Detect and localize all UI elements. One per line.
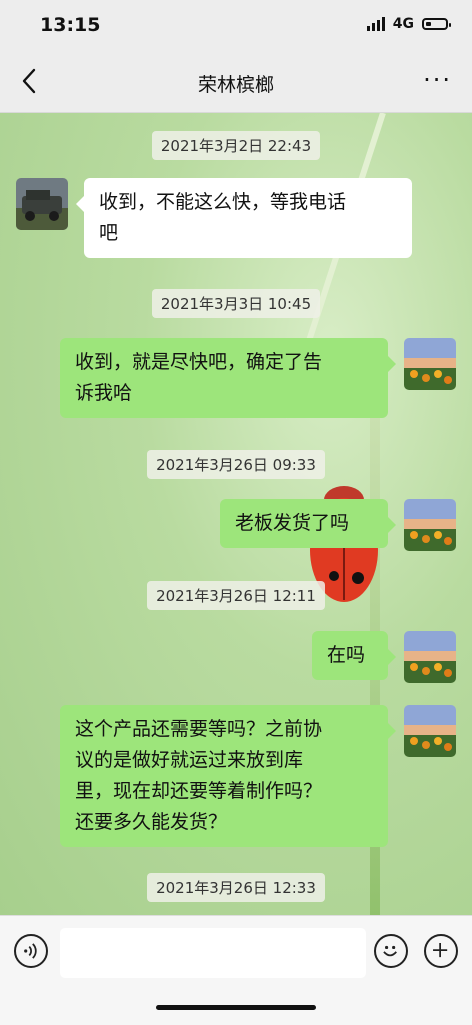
- self-avatar[interactable]: [404, 499, 456, 551]
- plus-icon[interactable]: [424, 934, 458, 968]
- voice-icon[interactable]: [14, 934, 48, 968]
- status-time: 13:15: [40, 14, 101, 36]
- message-bubble-sent[interactable]: 在吗: [312, 631, 396, 680]
- self-avatar[interactable]: [404, 338, 456, 390]
- message-bubble-sent[interactable]: 老板发货了吗: [220, 499, 396, 548]
- self-avatar[interactable]: [404, 631, 456, 683]
- chat-title: 荣林槟榔: [197, 74, 274, 96]
- message-bubble-sent[interactable]: 这个产品还需要等吗？之前协 议的是做好就运过来放到库 里，现在却还要等着制作吗？…: [60, 705, 396, 847]
- message-text: 吧: [99, 222, 119, 244]
- status-bar: 13:15 4G: [0, 0, 472, 52]
- message-text: 在吗: [327, 644, 366, 666]
- message-text: 这个产品还需要等吗？之前协: [75, 718, 323, 740]
- contact-avatar[interactable]: [16, 178, 68, 230]
- timestamp: 2021年3月26日 12:11: [0, 581, 472, 610]
- chat-header: 荣林槟榔 ···: [0, 52, 472, 113]
- message-text: 收到，不能这么快，等我电话: [99, 191, 347, 213]
- message-text: 里，现在却还要等着制作吗？: [75, 780, 323, 802]
- battery-icon: [422, 18, 451, 30]
- message-text: 收到，就是尽快吧，确定了告: [75, 351, 323, 373]
- chat-area[interactable]: 2021年3月2日 22:43 收到，不能这么快，等我电话 吧 2021年3月3…: [0, 113, 472, 915]
- message-text: 老板发货了吗: [235, 512, 350, 534]
- timestamp: 2021年3月26日 09:33: [0, 450, 472, 479]
- message-input[interactable]: [60, 928, 366, 978]
- signal-icon: [366, 17, 385, 31]
- more-options-icon[interactable]: ···: [423, 66, 452, 94]
- timestamp: 2021年3月26日 12:33: [0, 873, 472, 902]
- network-type: 4G: [392, 16, 414, 32]
- status-icons: 4G: [366, 16, 451, 32]
- message-text: 诉我哈: [75, 382, 133, 404]
- emoji-icon[interactable]: [374, 934, 408, 968]
- message-text: 议的是做好就运过来放到库: [75, 749, 304, 771]
- self-avatar[interactable]: [404, 705, 456, 757]
- timestamp: 2021年3月3日 10:45: [0, 289, 472, 318]
- battery-level: [426, 22, 431, 26]
- timestamp: 2021年3月2日 22:43: [0, 131, 472, 160]
- message-text: 还要多久能发货？: [75, 811, 228, 833]
- home-indicator[interactable]: [156, 1005, 316, 1010]
- message-bubble-received[interactable]: 收到，不能这么快，等我电话 吧: [76, 178, 412, 258]
- message-bubble-sent[interactable]: 收到，就是尽快吧，确定了告 诉我哈: [60, 338, 396, 418]
